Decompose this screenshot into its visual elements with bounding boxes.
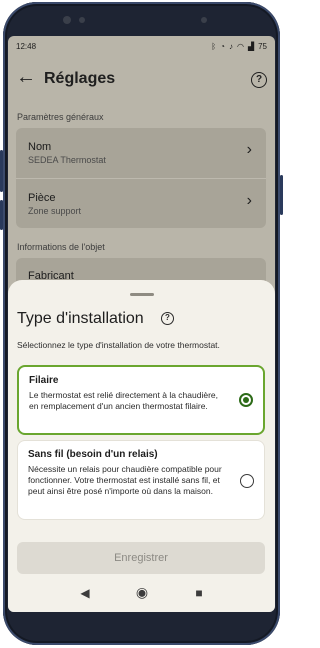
battery-level: 75 — [258, 41, 267, 51]
nav-home-icon[interactable]: ◉ — [132, 584, 152, 601]
row-title: Nom — [28, 141, 52, 153]
sheet-drag-handle[interactable] — [130, 293, 154, 296]
settings-row-room[interactable]: Pièce Zone support › — [16, 179, 266, 229]
option-title: Sans fil (besoin d'un relais) — [28, 449, 158, 460]
option-wired[interactable]: Filaire Le thermostat est relié directem… — [17, 365, 265, 435]
system-nav-bar: ◀ ◉ ■ — [8, 578, 275, 612]
status-bar: 12:48 ᛒ ◔ ♪ ◠ ▟ 75 — [8, 36, 275, 56]
phone-top-sensors — [51, 13, 241, 27]
installation-type-sheet: Type d'installation ? Sélectionnez le ty… — [8, 280, 275, 612]
row-title: Pièce — [28, 192, 56, 204]
sensor-icon — [79, 17, 85, 23]
power-button — [280, 175, 283, 215]
settings-row-name[interactable]: Nom SEDEA Thermostat › — [16, 128, 266, 178]
alarm-icon: ◔ — [220, 41, 225, 51]
sheet-description: Sélectionnez le type d'installation de v… — [17, 340, 220, 350]
radio-selected-icon[interactable] — [239, 393, 253, 407]
wifi-icon: ◠ — [236, 41, 244, 51]
option-wireless[interactable]: Sans fil (besoin d'un relais) Nécessite … — [17, 440, 265, 520]
page-title: Réglages — [44, 70, 116, 87]
nav-back-icon[interactable]: ◀ — [75, 586, 95, 600]
app-bar: ← Réglages ? — [8, 58, 275, 102]
back-arrow-icon[interactable]: ← — [14, 66, 38, 89]
sensor-icon — [201, 17, 207, 23]
chevron-right-icon: › — [246, 141, 252, 158]
nav-recents-icon[interactable]: ■ — [189, 586, 209, 600]
info-icon[interactable]: ? — [161, 312, 174, 325]
section-object-info-label: Informations de l'objet — [17, 242, 105, 252]
option-title: Filaire — [29, 375, 59, 386]
option-description: Nécessite un relais pour chaudière compa… — [28, 464, 222, 496]
row-subtitle: SEDEA Thermostat — [28, 155, 106, 165]
row-subtitle: Zone support — [28, 206, 82, 216]
silent-icon: ♪ — [228, 41, 233, 51]
sheet-title: Type d'installation — [17, 310, 144, 327]
status-icons: ᛒ ◔ ♪ ◠ ▟ 75 — [211, 42, 267, 51]
chevron-right-icon: › — [246, 192, 252, 209]
radio-unselected-icon[interactable] — [240, 474, 254, 488]
status-time: 12:48 — [16, 41, 37, 51]
signal-icon: ▟ — [247, 41, 255, 51]
save-button[interactable]: Enregistrer — [17, 542, 265, 574]
option-description: Le thermostat est relié directement à la… — [29, 390, 218, 411]
bixby-button — [0, 200, 3, 230]
camera-icon — [63, 16, 71, 24]
screen: 12:48 ᛒ ◔ ♪ ◠ ▟ 75 ← Réglages ? Paramètr… — [8, 36, 275, 612]
volume-button — [0, 150, 3, 192]
general-settings-card: Nom SEDEA Thermostat › Pièce Zone suppor… — [16, 128, 266, 228]
section-general-label: Paramètres généraux — [17, 112, 104, 122]
help-icon[interactable]: ? — [251, 72, 267, 88]
bluetooth-icon: ᛒ — [211, 41, 217, 51]
